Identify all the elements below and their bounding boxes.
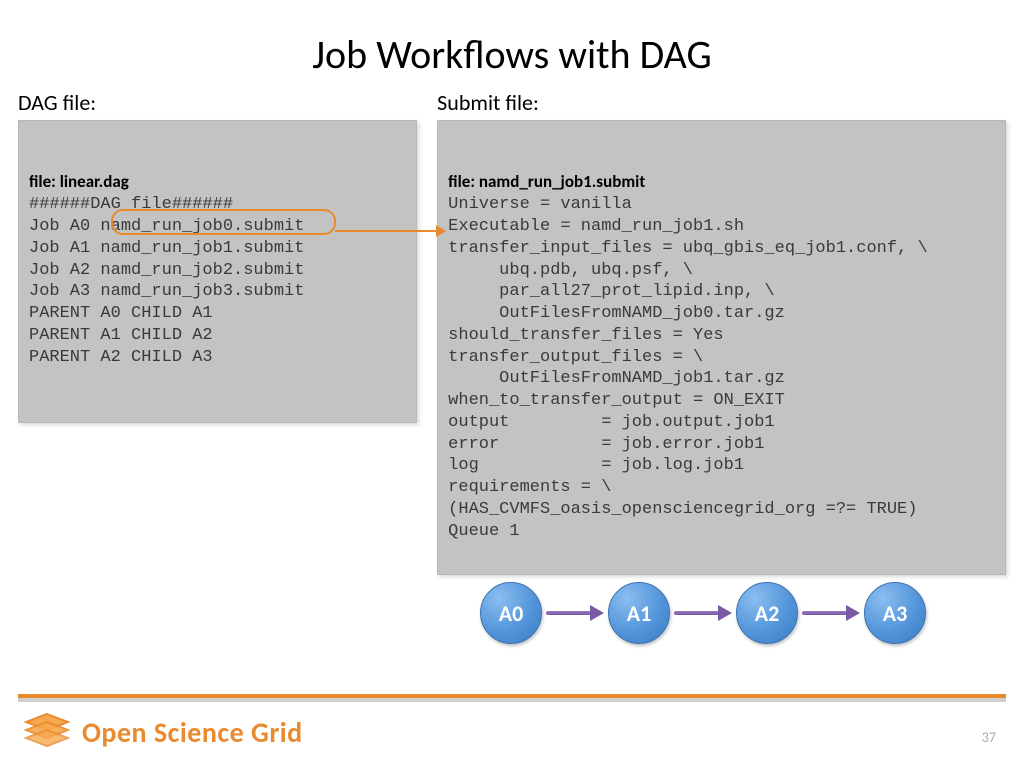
right-column: Submit file: file: namd_run_job1.submitU… <box>437 89 1006 575</box>
dag-file-header: file: linear.dag <box>29 171 406 193</box>
reference-arrow-head <box>436 225 446 237</box>
slide-title: Job Workflows with DAG <box>0 0 1024 89</box>
node-arrow-icon <box>674 606 732 620</box>
submit-code-box: file: namd_run_job1.submitUniverse = van… <box>437 120 1006 575</box>
node-arrow-icon <box>546 606 604 620</box>
footer-brand: Open Science Grid <box>82 715 303 750</box>
node-a3: A3 <box>864 582 926 644</box>
left-column: DAG file: file: linear.dag######DAG file… <box>18 89 417 575</box>
footer: Open Science Grid <box>24 712 303 752</box>
node-a2: A2 <box>736 582 798 644</box>
osg-logo-icon <box>24 712 70 752</box>
content-columns: DAG file: file: linear.dag######DAG file… <box>0 89 1024 575</box>
node-a1: A1 <box>608 582 670 644</box>
page-number: 37 <box>982 729 996 746</box>
submit-code: Universe = vanilla Executable = namd_run… <box>448 195 927 540</box>
node-arrow-icon <box>802 606 860 620</box>
node-a0: A0 <box>480 582 542 644</box>
dag-file-label: DAG file: <box>18 89 417 116</box>
dag-code: ######DAG file###### Job A0 namd_run_job… <box>29 195 304 366</box>
reference-arrow-line <box>335 230 440 232</box>
footer-divider <box>18 694 1006 698</box>
submit-file-label: Submit file: <box>437 89 1006 116</box>
dag-nodes-row: A0 A1 A2 A3 <box>480 582 926 644</box>
submit-file-header: file: namd_run_job1.submit <box>448 171 995 193</box>
dag-code-box: file: linear.dag######DAG file###### Job… <box>18 120 417 423</box>
